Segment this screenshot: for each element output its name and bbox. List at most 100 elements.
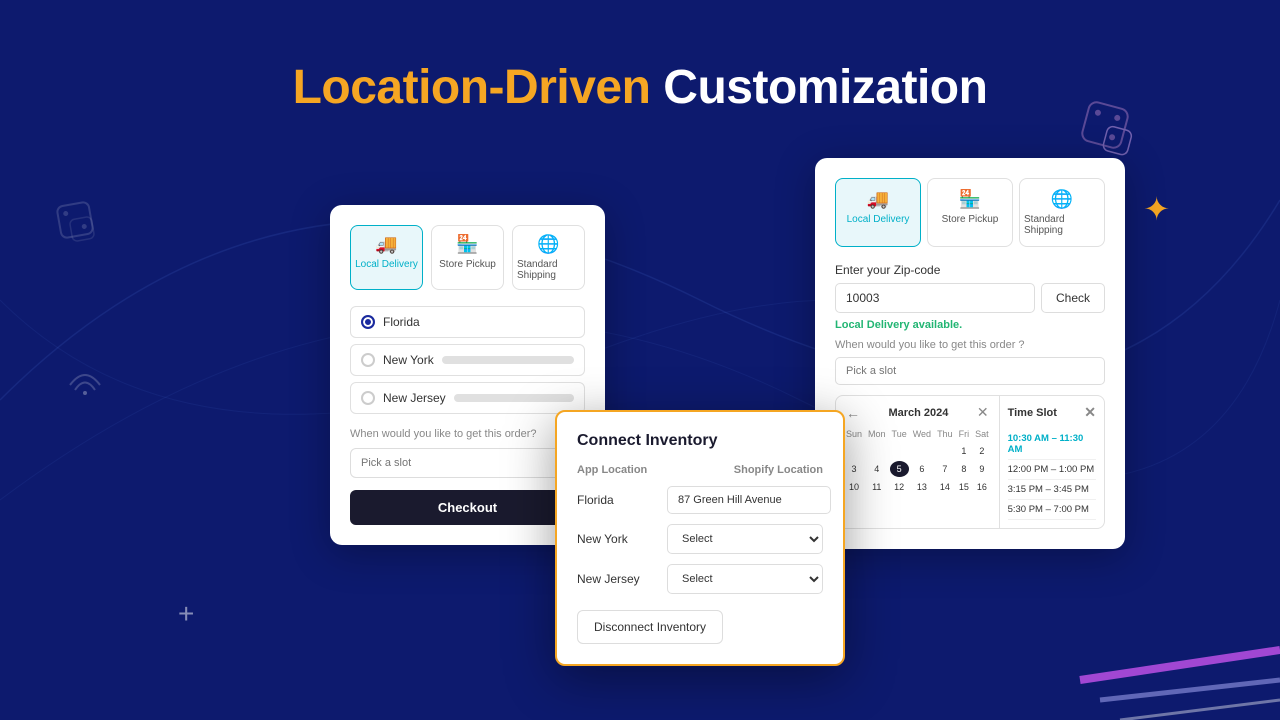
day-header-tue: Tue — [890, 427, 909, 441]
connect-inventory-modal: Connect Inventory App Location Shopify L… — [555, 410, 845, 666]
cal-day-16[interactable]: 16 — [973, 479, 991, 495]
left-tab-local-delivery[interactable]: 🚚 Local Delivery — [350, 225, 423, 290]
right-delivery-tabs: 🚚 Local Delivery 🏪 Store Pickup 🌐 Standa… — [835, 178, 1105, 247]
calendar-header: ← March 2024 ✕ — [844, 404, 991, 421]
radio-newyork — [361, 353, 375, 367]
modal-florida-select[interactable] — [667, 486, 831, 514]
modal-florida-label: Florida — [577, 493, 657, 507]
timeslot-1[interactable]: 10:30 AM – 11:30 AM — [1008, 429, 1096, 460]
calendar-month: March 2024 — [888, 407, 948, 419]
modal-newyork-select[interactable]: Select — [667, 524, 823, 554]
left-tab-local-label: Local Delivery — [355, 259, 418, 270]
cal-day-12[interactable]: 12 — [890, 479, 909, 495]
modal-newjersey-select[interactable]: Select — [667, 564, 823, 594]
timeslot-close-button[interactable]: ✕ — [1084, 404, 1096, 421]
truck-icon: 🚚 — [375, 234, 397, 255]
calendar-prev-button[interactable]: ← — [844, 405, 862, 421]
day-header-mon: Mon — [866, 427, 888, 441]
star-decoration: ✦ — [1143, 190, 1170, 228]
cal-day-14[interactable]: 14 — [935, 479, 955, 495]
right-delivery-card: 🚚 Local Delivery 🏪 Store Pickup 🌐 Standa… — [815, 158, 1125, 549]
cal-day-empty-2 — [866, 443, 888, 459]
dice-icon-left — [55, 200, 103, 248]
left-location-newyork[interactable]: New York — [350, 344, 585, 376]
location-line-ny — [442, 356, 574, 364]
cal-day-empty-1 — [844, 443, 864, 459]
calendar-close-button[interactable]: ✕ — [975, 404, 991, 421]
checkout-button[interactable]: Checkout — [350, 490, 585, 525]
title-white: Customization — [663, 61, 987, 114]
left-tab-standard-shipping[interactable]: 🌐 Standard Shipping — [512, 225, 585, 290]
globe-icon: 🌐 — [537, 234, 559, 255]
right-globe-icon: 🌐 — [1051, 189, 1073, 210]
left-location-florida[interactable]: Florida — [350, 306, 585, 338]
left-location-options: Florida New York New Jersey — [350, 306, 585, 414]
modal-row-florida: Florida — [577, 486, 823, 514]
cal-day-3[interactable]: 3 — [844, 461, 864, 477]
zipcode-input[interactable] — [835, 283, 1035, 313]
check-button[interactable]: Check — [1041, 283, 1105, 313]
right-slot-input[interactable] — [835, 357, 1105, 385]
dice-icon-top-right — [1080, 100, 1140, 160]
day-header-sat: Sat — [973, 427, 991, 441]
right-store-icon: 🏪 — [959, 189, 981, 210]
cal-day-10[interactable]: 10 — [844, 479, 864, 495]
radio-florida — [361, 315, 375, 329]
available-text: Local Delivery available. — [835, 319, 1105, 331]
calendar-left: ← March 2024 ✕ Sun Mon Tue Wed Thu Fri S… — [836, 396, 999, 528]
right-tab-pickup-label: Store Pickup — [942, 214, 999, 225]
radio-newjersey — [361, 391, 375, 405]
timeslot-title: Time Slot — [1008, 407, 1057, 419]
store-icon: 🏪 — [456, 234, 478, 255]
newyork-label: New York — [383, 353, 434, 367]
cal-day-empty-4 — [911, 443, 933, 459]
right-tab-local-delivery[interactable]: 🚚 Local Delivery — [835, 178, 921, 247]
timeslot-panel: Time Slot ✕ 10:30 AM – 11:30 AM 12:00 PM… — [999, 396, 1104, 528]
cal-day-1[interactable]: 1 — [957, 443, 972, 459]
cal-day-5-today[interactable]: 5 — [890, 461, 909, 477]
modal-title: Connect Inventory — [577, 432, 823, 450]
cal-day-7[interactable]: 7 — [935, 461, 955, 477]
cal-day-2[interactable]: 2 — [973, 443, 991, 459]
cal-day-15[interactable]: 15 — [957, 479, 972, 495]
cal-day-4[interactable]: 4 — [866, 461, 888, 477]
left-when-label: When would you like to get this order? — [350, 428, 585, 440]
right-tab-store-pickup[interactable]: 🏪 Store Pickup — [927, 178, 1013, 247]
calendar-container: ← March 2024 ✕ Sun Mon Tue Wed Thu Fri S… — [835, 395, 1105, 529]
right-tab-standard-label: Standard Shipping — [1024, 214, 1100, 236]
signal-decoration — [65, 360, 105, 403]
left-tab-store-pickup[interactable]: 🏪 Store Pickup — [431, 225, 504, 290]
calendar-grid: Sun Mon Tue Wed Thu Fri Sat 1 2 3 4 5 6 — [844, 427, 991, 495]
right-truck-icon: 🚚 — [867, 189, 889, 210]
zipcode-row: Check — [835, 283, 1105, 313]
plus-decoration: + — [178, 598, 194, 630]
left-tab-pickup-label: Store Pickup — [439, 259, 496, 270]
day-header-fri: Fri — [957, 427, 972, 441]
timeslot-3[interactable]: 3:15 PM – 3:45 PM — [1008, 480, 1096, 500]
cal-day-13[interactable]: 13 — [911, 479, 933, 495]
col-shopify-location: Shopify Location — [734, 464, 823, 476]
right-when-label: When would you like to get this order ? — [835, 339, 1105, 351]
timeslot-2[interactable]: 12:00 PM – 1:00 PM — [1008, 460, 1096, 480]
cal-day-6[interactable]: 6 — [911, 461, 933, 477]
modal-row-newyork: New York Select — [577, 524, 823, 554]
left-tab-standard-label: Standard Shipping — [517, 259, 580, 281]
timeslot-4[interactable]: 5:30 PM – 7:00 PM — [1008, 500, 1096, 520]
cal-day-8[interactable]: 8 — [957, 461, 972, 477]
florida-label: Florida — [383, 315, 420, 329]
left-location-newjersey[interactable]: New Jersey — [350, 382, 585, 414]
modal-column-headers: App Location Shopify Location — [577, 464, 823, 476]
right-tab-local-label: Local Delivery — [847, 214, 910, 225]
modal-newjersey-label: New Jersey — [577, 572, 657, 586]
cal-day-9[interactable]: 9 — [973, 461, 991, 477]
disconnect-inventory-button[interactable]: Disconnect Inventory — [577, 610, 723, 644]
modal-row-newjersey: New Jersey Select — [577, 564, 823, 594]
location-line-nj — [454, 394, 574, 402]
right-tab-standard-shipping[interactable]: 🌐 Standard Shipping — [1019, 178, 1105, 247]
modal-newyork-label: New York — [577, 532, 657, 546]
cal-day-11[interactable]: 11 — [866, 479, 888, 495]
title-orange: Location-Driven — [293, 61, 651, 114]
left-slot-input[interactable] — [350, 448, 585, 478]
day-header-sun: Sun — [844, 427, 864, 441]
col-app-location: App Location — [577, 464, 647, 476]
